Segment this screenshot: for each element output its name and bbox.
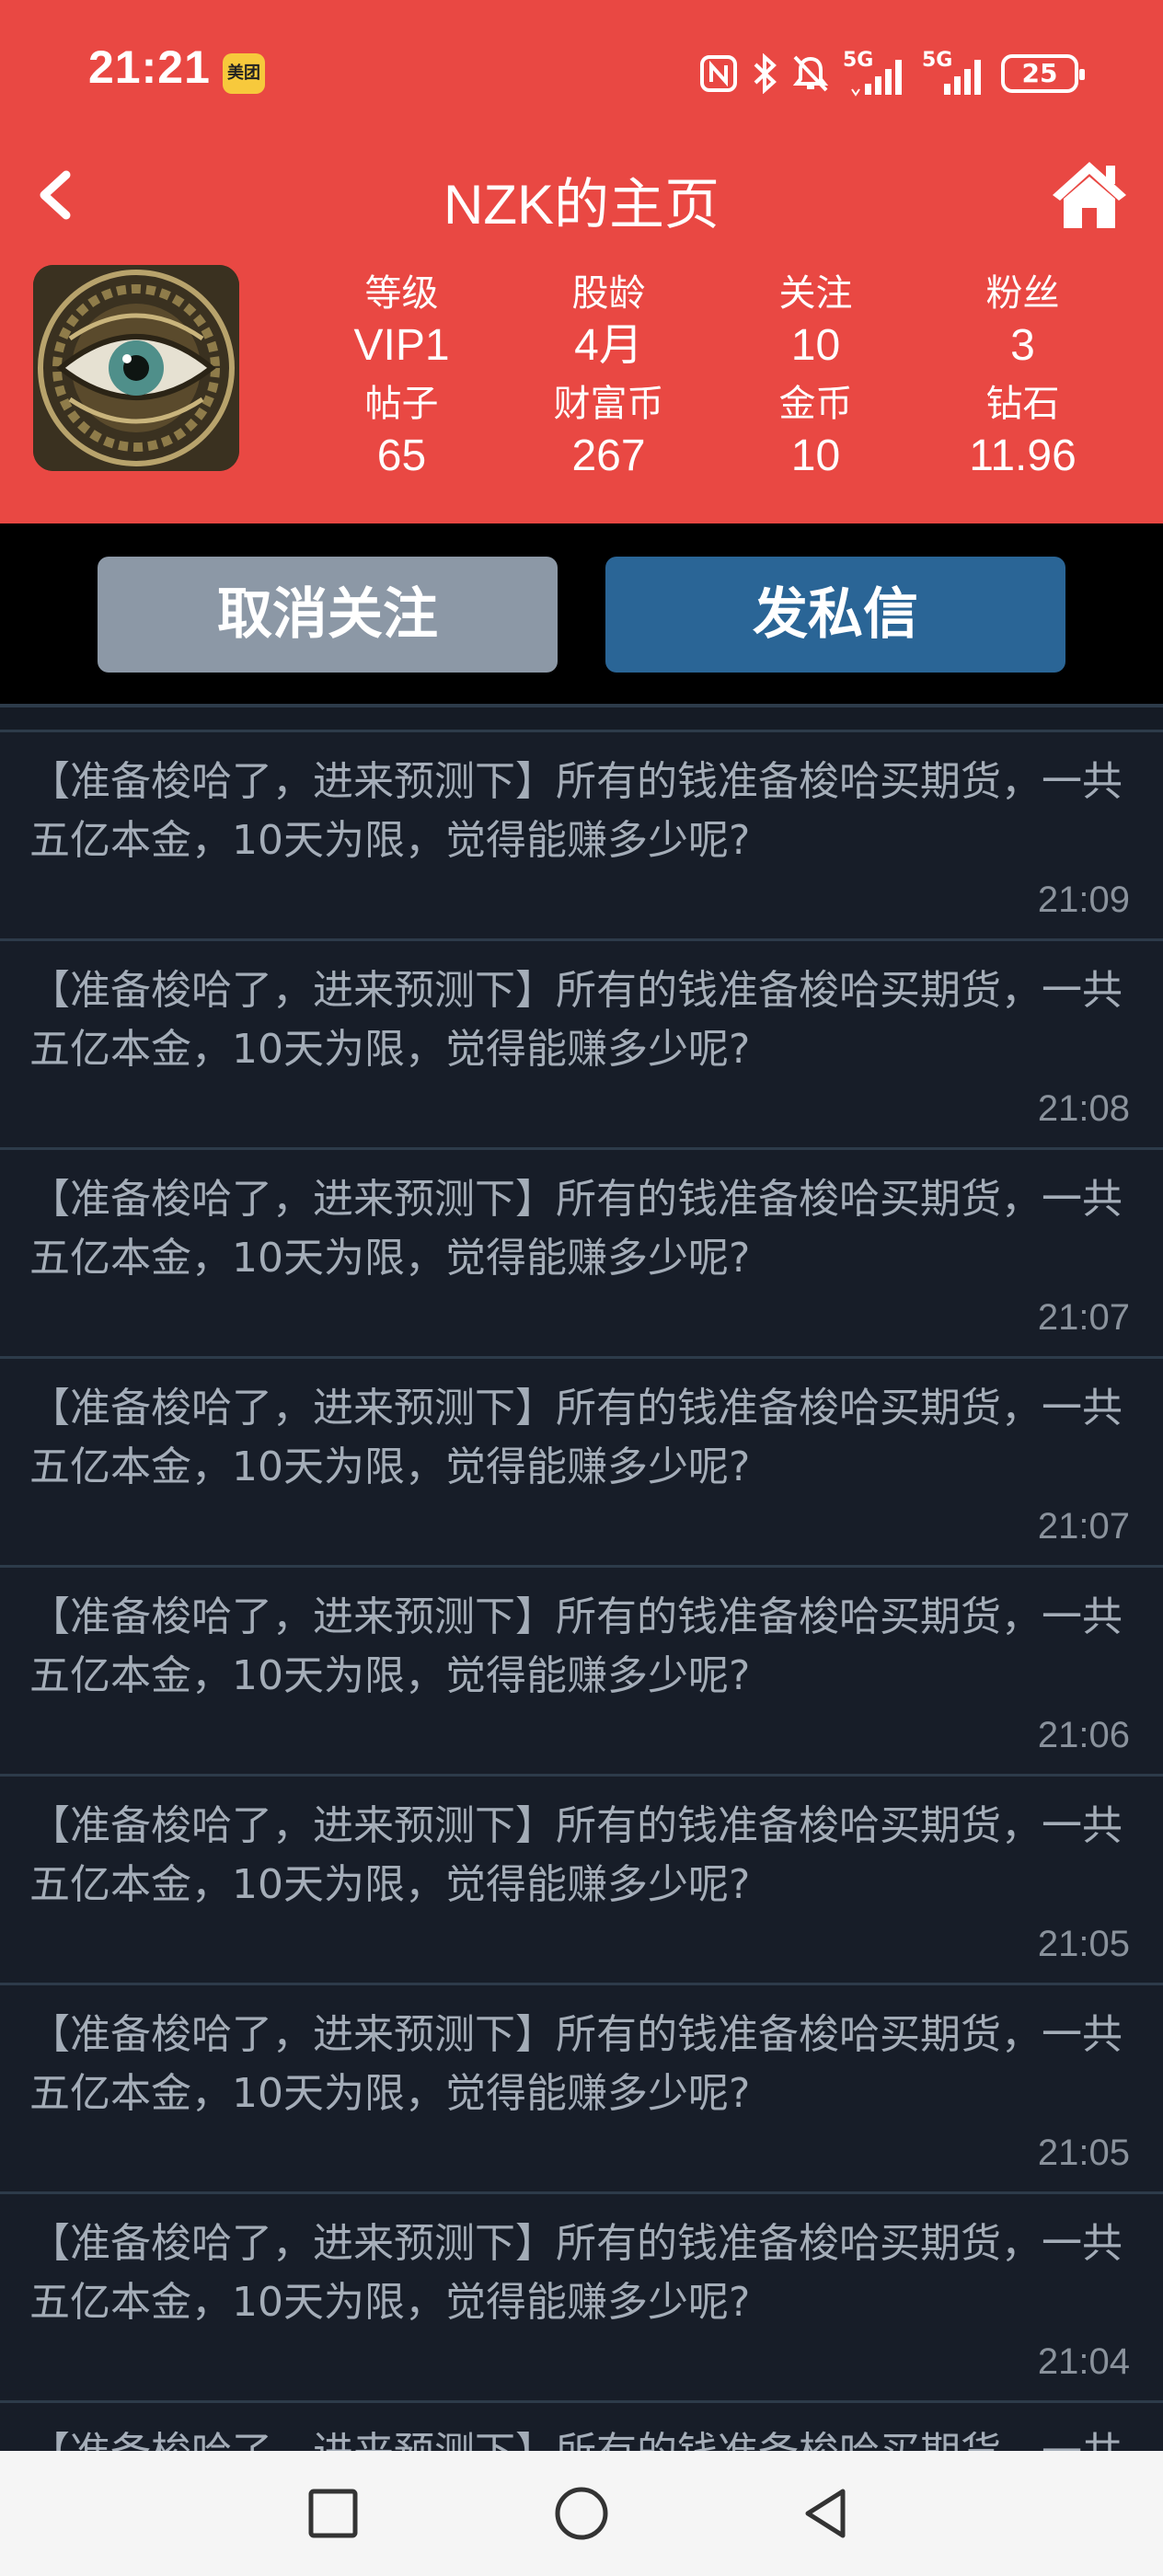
action-bar: 取消关注 发私信 <box>0 523 1163 704</box>
list-item[interactable]: 【准备梭哈了，进来预测下】所有的钱准备梭哈买期货，一共五亿本金，10天为限，觉得… <box>0 2400 1163 2452</box>
recents-square-icon[interactable] <box>304 2484 363 2543</box>
post-time: 21:07 <box>1037 1506 1130 1547</box>
stat-label-stock-age: 股龄 <box>571 272 646 315</box>
nfc-icon <box>700 55 737 92</box>
stat-label-fans[interactable]: 粉丝 <box>919 269 1126 318</box>
system-navigation-bar <box>0 2451 1163 2576</box>
page-title: NZK的主页 <box>443 174 720 236</box>
list-item[interactable]: 【准备梭哈了，进来预测下】所有的钱准备梭哈买期货，一共五亿本金，10天为限，觉得… <box>0 1356 1163 1565</box>
signal-group-1: 5G <box>843 49 909 97</box>
status-time: 21:21 <box>88 41 211 93</box>
home-icon[interactable] <box>1049 158 1130 232</box>
stat-label-posts[interactable]: 帖子 <box>298 379 505 429</box>
stat-label-wealth-coins: 财富币 <box>553 383 664 425</box>
send-message-button[interactable]: 发私信 <box>605 557 1065 673</box>
status-bar: 21:21 美团 5G 5G 25 <box>0 0 1163 147</box>
stat-label-following[interactable]: 关注 <box>712 269 919 318</box>
signal-group-2: 5G <box>922 49 988 97</box>
post-time: 21:04 <box>1037 2341 1130 2382</box>
avatar[interactable] <box>33 265 239 471</box>
unfollow-button[interactable]: 取消关注 <box>98 557 558 673</box>
post-text: 【准备梭哈了，进来预测下】所有的钱准备梭哈买期货，一共五亿本金，10天为限，觉得… <box>29 967 1123 1073</box>
list-item[interactable]: 【准备梭哈了，进来预测下】所有的钱准备梭哈买期货，一共五亿本金，10天为限，觉得… <box>0 2191 1163 2400</box>
post-text: 【准备梭哈了，进来预测下】所有的钱准备梭哈买期货，一共五亿本金，10天为限，觉得… <box>29 2220 1123 2326</box>
stat-label-gold-coins: 金币 <box>778 383 853 425</box>
post-time: 21:07 <box>1037 1297 1130 1338</box>
battery-icon: 25 <box>1001 54 1085 93</box>
post-time: 21:05 <box>1037 1924 1130 1964</box>
post-time: 21:05 <box>1037 2133 1130 2173</box>
post-text: 【准备梭哈了，进来预测下】所有的钱准备梭哈买期货，一共五亿本金，10天为限，觉得… <box>29 1385 1123 1490</box>
meituan-badge-icon: 美团 <box>223 53 265 94</box>
stat-label-diamonds: 钻石 <box>985 383 1060 425</box>
post-text: 【准备梭哈了，进来预测下】所有的钱准备梭哈买期货，一共五亿本金，10天为限，觉得… <box>29 1802 1123 1908</box>
post-time: 21:08 <box>1037 1088 1130 1129</box>
stat-value-fans[interactable]: 3 <box>919 318 1126 379</box>
title-bar: NZK的主页 <box>0 147 1163 243</box>
system-icons: 5G 5G 25 <box>699 46 1085 101</box>
post-list[interactable]: 【准备梭哈了，进来预测下】所有的钱准备梭哈买期货，一共五亿本金，10天为限，觉得… <box>0 704 1163 2452</box>
stat-value-wealth-coins: 267 <box>571 431 646 480</box>
stat-value-stock-age: 4月 <box>574 321 643 370</box>
post-time: 21:09 <box>1037 880 1130 920</box>
list-item[interactable]: 【准备梭哈了，进来预测下】所有的钱准备梭哈买期货，一共五亿本金，10天为限，觉得… <box>0 730 1163 938</box>
list-item[interactable]: 【准备梭哈了，进来预测下】所有的钱准备梭哈买期货，一共五亿本金，10天为限，觉得… <box>0 1565 1163 1774</box>
stat-value-posts[interactable]: 65 <box>298 429 505 489</box>
list-item[interactable]: 【准备梭哈了，进来预测下】所有的钱准备梭哈买期货，一共五亿本金，10天为限，觉得… <box>0 1774 1163 1983</box>
list-item[interactable]: 【准备梭哈了，进来预测下】所有的钱准备梭哈买期货，一共五亿本金，10天为限，觉得… <box>0 1147 1163 1356</box>
signal-icon <box>944 60 981 95</box>
post-text: 【准备梭哈了，进来预测下】所有的钱准备梭哈买期货，一共五亿本金，10天为限，觉得… <box>29 1176 1123 1282</box>
signal-icon <box>851 60 902 97</box>
eye-emblem-icon <box>33 265 239 471</box>
profile-header: 21:21 美团 5G 5G 25 NZK的主页 等级 股龄 关注 粉丝 VIP… <box>0 0 1163 523</box>
stat-value-following[interactable]: 10 <box>712 318 919 379</box>
stat-value-diamonds: 11.96 <box>969 431 1077 480</box>
mute-icon <box>792 55 829 92</box>
post-text: 【准备梭哈了，进来预测下】所有的钱准备梭哈买期货，一共五亿本金，10天为限，觉得… <box>29 2011 1123 2117</box>
stat-value-level: VIP1 <box>353 321 450 370</box>
post-text: 【准备梭哈了，进来预测下】所有的钱准备梭哈买期货，一共五亿本金，10天为限，觉得… <box>29 2423 1134 2452</box>
bluetooth-icon <box>754 53 777 94</box>
post-time: 21:06 <box>1037 1715 1130 1755</box>
stat-label-level: 等级 <box>364 272 439 315</box>
stat-value-gold-coins: 10 <box>790 431 841 480</box>
home-circle-icon[interactable] <box>552 2484 611 2543</box>
profile-stats: 等级 股龄 关注 粉丝 VIP1 4月 10 3 帖子 财富币 金币 钻石 65… <box>298 269 1126 489</box>
list-item[interactable]: 【准备梭哈了，进来预测下】所有的钱准备梭哈买期货，一共五亿本金，10天为限，觉得… <box>0 938 1163 1147</box>
post-text: 【准备梭哈了，进来预测下】所有的钱准备梭哈买期货，一共五亿本金，10天为限，觉得… <box>29 1593 1123 1699</box>
post-text: 【准备梭哈了，进来预测下】所有的钱准备梭哈买期货，一共五亿本金，10天为限，觉得… <box>29 758 1123 864</box>
back-triangle-icon[interactable] <box>797 2484 856 2543</box>
list-item[interactable]: 【准备梭哈了，进来预测下】所有的钱准备梭哈买期货，一共五亿本金，10天为限，觉得… <box>0 1983 1163 2191</box>
